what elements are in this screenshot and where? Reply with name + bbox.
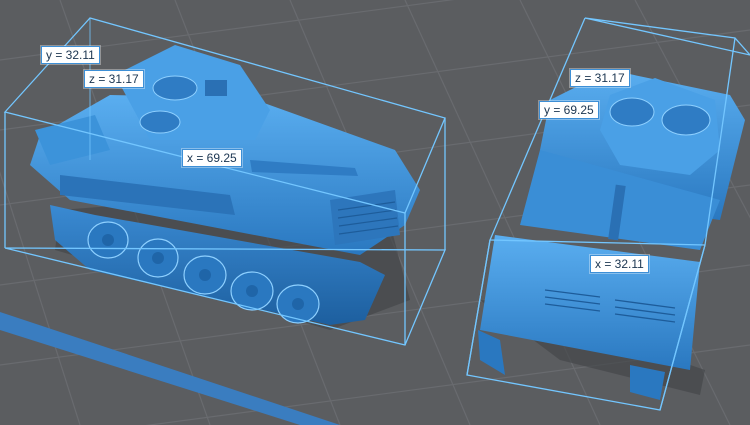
dimension-label-y: y = 32.11 xyxy=(41,46,100,64)
dimension-label-y: y = 69.25 xyxy=(539,101,599,119)
hatch-right xyxy=(139,110,181,134)
dimension-label-z: z = 31.17 xyxy=(84,70,144,88)
build-plate-scene[interactable] xyxy=(0,0,750,425)
periscope-block xyxy=(205,80,227,96)
track-left xyxy=(478,330,505,375)
3d-viewport[interactable]: y = 32.11 z = 31.17 x = 69.25 z = 31.17 … xyxy=(0,0,750,425)
dimension-label-x: x = 69.25 xyxy=(182,149,242,167)
hatch-right xyxy=(661,104,711,136)
dimension-label-x: x = 32.11 xyxy=(590,255,649,273)
hatch-left xyxy=(609,97,655,127)
dimension-label-z: z = 31.17 xyxy=(570,69,630,87)
build-plate-edge xyxy=(0,312,340,425)
model-tank-side[interactable] xyxy=(3,17,446,346)
hatch-left xyxy=(152,75,198,101)
